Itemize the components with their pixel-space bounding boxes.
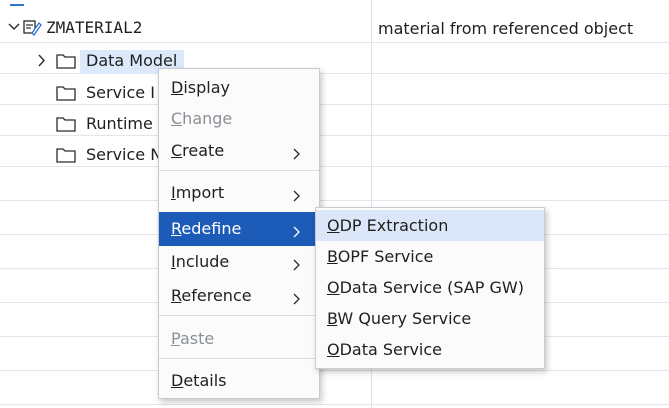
label-rest: Data Service	[339, 340, 443, 359]
mnemonic: P	[171, 329, 180, 348]
mnemonic: R	[171, 286, 182, 305]
submenu-item-bw-query-service[interactable]: BW Query Service	[316, 303, 544, 334]
row-divider	[0, 200, 669, 201]
menu-separator	[159, 315, 319, 316]
submenu-item-bopf-service[interactable]: BOPF Service	[316, 241, 544, 272]
root-node-description: material from referenced object	[378, 19, 634, 38]
menu-item-include[interactable]: Include	[159, 246, 319, 278]
label-rest: DP Extraction	[339, 216, 449, 235]
label-rest: OPF Service	[337, 247, 434, 266]
mnemonic: B	[327, 247, 338, 266]
chevron-down-icon[interactable]	[8, 23, 20, 31]
submenu-item-label: ODP Extraction	[327, 216, 448, 235]
tree-node-label: Service I	[86, 83, 155, 102]
label-rest: W Query Service	[337, 309, 472, 328]
submenu-item-label: BW Query Service	[327, 309, 471, 328]
redefine-submenu: ODP Extraction BOPF Service OData Servic…	[315, 207, 545, 369]
submenu-item-odp-extraction[interactable]: ODP Extraction	[316, 210, 544, 241]
mnemonic: B	[327, 309, 338, 328]
chevron-right-icon	[293, 187, 300, 206]
menu-item-label: Include	[171, 252, 229, 271]
tree-node-label: Runtime	[86, 114, 153, 133]
label-rest: reate	[182, 141, 225, 160]
menu-item-label: Paste	[171, 329, 214, 348]
chevron-right-icon	[293, 256, 300, 275]
label-rest: nclude	[175, 252, 230, 271]
menu-item-redefine[interactable]: Redefine	[159, 212, 319, 246]
mnemonic: O	[327, 278, 340, 297]
label-rest: hange	[182, 109, 233, 128]
menu-item-change: Change	[159, 103, 319, 135]
mnemonic: D	[171, 78, 184, 97]
chevron-right-icon	[293, 290, 300, 309]
mnemonic: O	[327, 216, 340, 235]
submenu-item-label: OData Service (SAP GW)	[327, 278, 524, 297]
menu-item-create[interactable]: Create	[159, 135, 319, 167]
label-rest: aste	[179, 329, 215, 348]
label-rest: etails	[183, 371, 227, 390]
label-rest: edefine	[181, 219, 242, 238]
folder-icon	[56, 53, 76, 69]
package-edit-icon	[22, 17, 42, 37]
menu-item-label: Change	[171, 109, 232, 128]
label-rest: isplay	[183, 78, 230, 97]
label-rest: Data Service (SAP GW)	[339, 278, 524, 297]
menu-item-label: Reference	[171, 286, 252, 305]
menu-item-details[interactable]: Details	[159, 365, 319, 397]
submenu-item-odata-service[interactable]: OData Service	[316, 334, 544, 365]
menu-item-reference[interactable]: Reference	[159, 280, 319, 312]
mnemonic: C	[171, 141, 183, 160]
menu-item-label: Create	[171, 141, 224, 160]
tree-row-root[interactable]: ZMATERIAL2	[0, 12, 372, 43]
folder-icon	[56, 147, 76, 163]
chevron-right-icon	[293, 223, 300, 242]
menu-item-paste: Paste	[159, 323, 319, 355]
submenu-item-label: BOPF Service	[327, 247, 433, 266]
menu-item-import[interactable]: Import	[159, 177, 319, 209]
menu-separator	[159, 358, 319, 359]
mnemonic: R	[171, 219, 182, 238]
mnemonic: O	[327, 340, 340, 359]
row-divider	[0, 404, 669, 405]
submenu-item-odata-service-sap-gw[interactable]: OData Service (SAP GW)	[316, 272, 544, 303]
menu-separator	[159, 170, 319, 171]
row-divider	[0, 370, 669, 371]
menu-item-label: Details	[171, 371, 226, 390]
label-rest: mport	[175, 183, 225, 202]
menu-item-label: Import	[171, 183, 224, 202]
submenu-item-label: OData Service	[327, 340, 442, 359]
chevron-right-icon[interactable]	[38, 54, 46, 67]
context-menu: Display Change Create Import Redefine In…	[158, 68, 320, 399]
chevron-right-icon	[293, 145, 300, 164]
folder-icon	[56, 116, 76, 132]
label-rest: eference	[181, 286, 252, 305]
mnemonic: D	[171, 371, 184, 390]
menu-item-display[interactable]: Display	[159, 72, 319, 104]
mnemonic: C	[171, 109, 183, 128]
root-node-title: ZMATERIAL2	[46, 18, 143, 37]
tree-node-label: Service N	[86, 145, 163, 164]
menu-item-label: Display	[171, 78, 230, 97]
scroll-indicator	[10, 4, 24, 6]
folder-icon	[56, 85, 76, 101]
menu-item-label: Redefine	[171, 219, 241, 238]
